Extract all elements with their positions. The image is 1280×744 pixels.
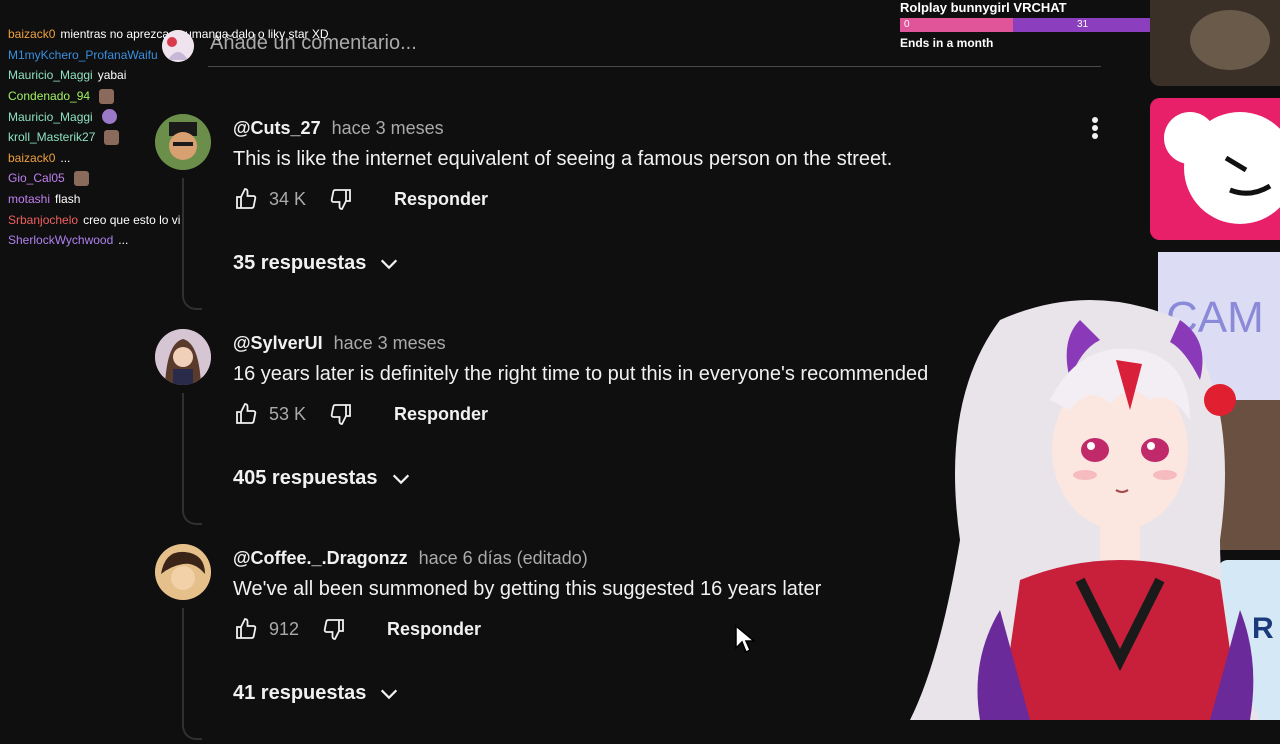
comment-text: We've all been summoned by getting this … [233,578,822,600]
reply-button[interactable]: Responder [387,619,481,640]
avatar[interactable] [155,544,211,600]
chat-message: Mauricio_Maggi yabai [8,65,338,86]
thread-connector [182,608,202,740]
replies-count: 35 respuestas [233,252,367,274]
chat-message: baizack0... [8,148,338,169]
emote-icon [73,170,89,186]
chevron-down-icon [381,259,398,269]
thumbs-up-icon[interactable] [233,616,259,642]
chat-username: baizack0 [8,150,56,165]
avatar[interactable] [155,329,211,385]
comment-timestamp[interactable]: hace 6 días (editado) [419,548,588,568]
chat-text: flash [55,192,81,207]
thumbs-down-icon[interactable] [321,616,347,642]
chat-message: motashi flash [8,189,338,210]
chat-username: Mauricio_Maggi [8,109,93,124]
thumbs-down-icon[interactable] [328,401,354,427]
chat-message: SherlockWychwood... [8,230,338,251]
thumbs-up-icon[interactable] [233,401,259,427]
chat-message: kroll_Masterik27 [8,127,338,148]
chevron-down-icon [381,689,398,699]
chat-text: mientras no aprezca asumanga dalo o liky… [60,27,329,42]
user-avatar[interactable] [162,30,194,62]
chat-username: Mauricio_Maggi [8,68,93,83]
chat-text: ... [118,233,129,248]
chat-username: M1myKchero_ProfanaWaifu [8,47,158,62]
goal-current-label: 31 [1077,19,1089,30]
vtuber-avatar [910,300,1260,720]
like-count: 53 K [269,403,307,424]
comment-timestamp[interactable]: hace 3 meses [334,333,446,353]
comment-meta: @SylverUI hace 3 meses [233,333,446,354]
chat-username: Srbanjochelo [8,212,79,227]
chat-message: Srbanjochelo creo que esto lo vi [8,209,338,230]
comment-actions: 53 K Responder [233,397,488,431]
replies-count: 41 respuestas [233,682,367,704]
chevron-down-icon [392,474,409,484]
side-video-thumbnail[interactable] [1150,0,1280,86]
view-replies-button[interactable]: 35 respuestas [233,252,400,275]
replies-count: 405 respuestas [233,467,378,489]
chat-username: Gio_Cal05 [8,171,65,186]
more-vert-icon[interactable] [1085,114,1105,148]
comment-actions: 912 Responder [233,612,481,646]
chat-message: Gio_Cal05 [8,168,338,189]
reply-button[interactable]: Responder [394,404,488,425]
like-count: 912 [269,618,300,639]
thread-connector [182,393,202,525]
comment-meta: @Coffee._.Dragonzz hace 6 días (editado) [233,548,588,569]
view-replies-button[interactable]: 405 respuestas [233,467,412,490]
reply-button[interactable]: Responder [394,189,488,210]
chat-username: kroll_Masterik27 [8,130,96,145]
mouse-pointer-icon [735,624,756,654]
chat-username: baizack0 [8,27,56,42]
comment-timestamp[interactable]: hace 3 meses [332,118,444,138]
chat-username: motashi [8,192,51,207]
chat-text: ... [60,150,71,165]
chat-text: creo que esto lo vi [83,212,181,227]
chat-username: SherlockWychwood [8,233,114,248]
emote-icon [104,129,120,145]
comment-author[interactable]: @Coffee._.Dragonzz [233,548,408,568]
goal-min-label: 0 [904,19,910,30]
emote-icon [99,88,115,104]
goal-progress-fill [900,18,1014,32]
comment-author[interactable]: @SylverUI [233,333,323,353]
emote-icon [101,109,117,125]
view-replies-button[interactable]: 41 respuestas [233,682,400,705]
comment-text: 16 years later is definitely the right t… [233,363,929,385]
side-video-thumbnail[interactable] [1150,98,1280,240]
chat-text: yabai [97,68,127,83]
chat-username: Condenado_94 [8,89,91,104]
chat-message: Condenado_94 [8,86,338,107]
chat-message: Mauricio_Maggi [8,106,338,127]
